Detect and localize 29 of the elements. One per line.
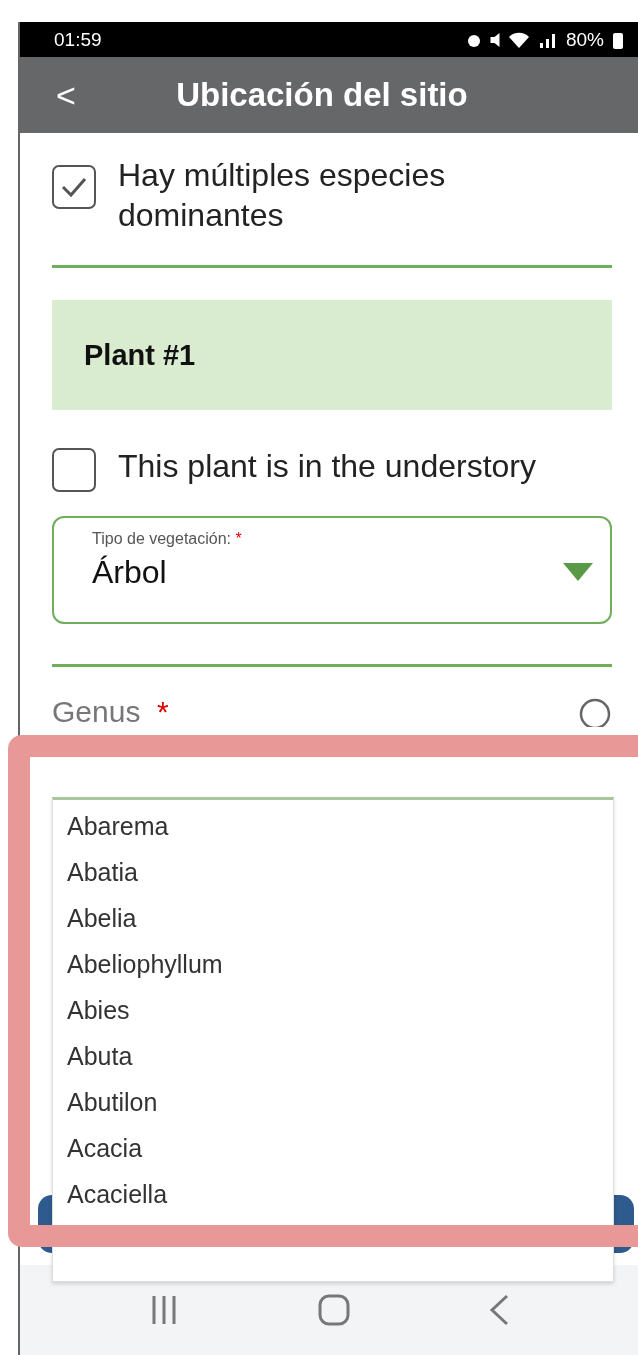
vegetation-type-select[interactable]: Tipo de vegetación: * Árbol xyxy=(52,516,612,624)
dropdown-option[interactable]: Abuta xyxy=(53,1036,613,1082)
dropdown-option[interactable]: Acacia xyxy=(53,1128,613,1174)
dropdown-option[interactable]: Abatia xyxy=(53,852,613,898)
checkbox-label: This plant is in the understory xyxy=(118,447,536,486)
genus-label: Genus xyxy=(52,695,141,728)
dropdown-option[interactable]: Abutilon xyxy=(53,1082,613,1128)
dropdown-option[interactable]: Abelia xyxy=(53,898,613,944)
back-icon[interactable] xyxy=(488,1294,509,1326)
field-label: Tipo de vegetación: xyxy=(92,530,232,547)
status-time: 01:59 xyxy=(54,28,102,51)
mute-icon xyxy=(489,32,500,47)
required-mark: * xyxy=(235,530,242,547)
dropdown-arrow-icon xyxy=(562,562,594,582)
dropdown-option[interactable]: Abies xyxy=(53,990,613,1036)
select-value: Árbol xyxy=(92,554,167,591)
checkbox-label: Hay múltiples especies dominantes xyxy=(118,156,447,235)
battery-level: 80% xyxy=(565,28,604,51)
dropdown-option[interactable]: Abeliophyllum xyxy=(53,944,613,990)
radio-icon[interactable] xyxy=(578,697,612,727)
plant-heading: Plant #1 xyxy=(52,300,612,410)
screen-title: Ubicación del sitio xyxy=(176,76,469,114)
back-button[interactable]: < xyxy=(56,75,76,115)
home-icon[interactable] xyxy=(318,1294,350,1326)
signal-icon xyxy=(537,31,558,48)
dropdown-option[interactable]: Acaciella xyxy=(53,1174,613,1220)
dropdown-option[interactable]: Abarema xyxy=(53,806,613,852)
required-mark: * xyxy=(157,695,169,728)
check-icon xyxy=(60,176,88,198)
